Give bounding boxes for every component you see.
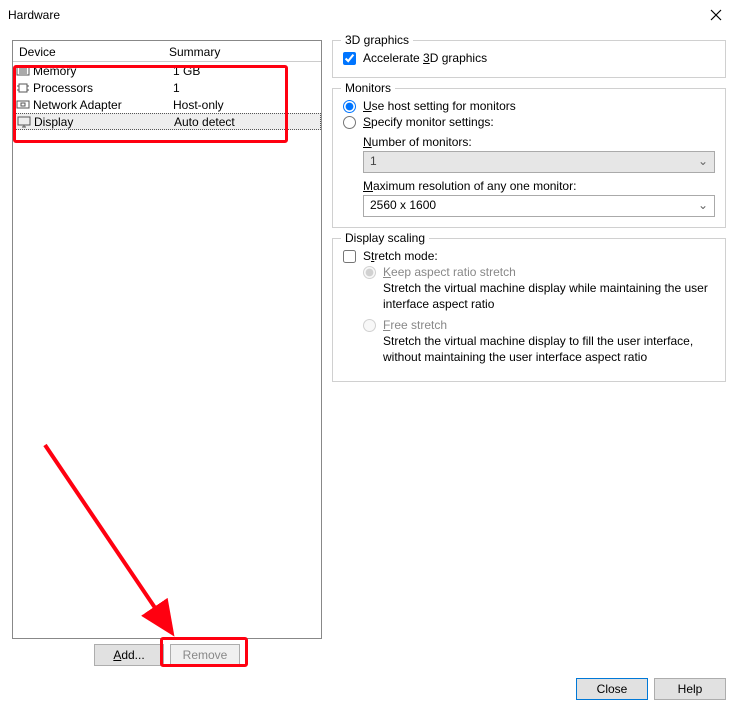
number-monitors-select: 1: [363, 151, 715, 173]
max-resolution-select[interactable]: 2560 x 1600: [363, 195, 715, 217]
keep-aspect-radio: Keep aspect ratio stretch: [363, 265, 715, 279]
group-monitors: Monitors Use host setting for monitors S…: [332, 88, 726, 228]
keep-aspect-label: Keep aspect ratio stretch: [383, 265, 516, 279]
free-stretch-input: [363, 319, 376, 332]
accelerate-3d-label: Accelerate 3D graphics: [363, 51, 487, 65]
stretch-mode-input[interactable]: [343, 250, 356, 263]
group-legend: Display scaling: [341, 231, 429, 245]
accelerate-3d-input[interactable]: [343, 52, 356, 65]
free-stretch-desc: Stretch the virtual machine display to f…: [383, 334, 715, 365]
device-row-display[interactable]: Display Auto detect: [13, 113, 321, 130]
device-summary: 1: [173, 81, 319, 95]
free-stretch-radio: Free stretch: [363, 318, 715, 332]
device-name: Display: [34, 115, 174, 129]
device-row-processors[interactable]: Processors 1: [13, 79, 321, 96]
specify-label: Specify monitor settings:: [363, 115, 494, 129]
keep-aspect-desc: Stretch the virtual machine display whil…: [383, 281, 715, 312]
network-adapter-icon: [15, 98, 31, 112]
specify-input[interactable]: [343, 116, 356, 129]
window-title: Hardware: [8, 8, 60, 22]
add-button[interactable]: Add...: [94, 644, 164, 666]
col-header-summary: Summary: [169, 45, 315, 59]
device-summary: Host-only: [173, 98, 319, 112]
titlebar: Hardware: [0, 0, 738, 30]
keep-aspect-input: [363, 266, 376, 279]
display-icon: [16, 115, 32, 129]
col-header-device: Device: [19, 45, 169, 59]
use-host-label: Use host setting for monitors: [363, 99, 516, 113]
close-button[interactable]: Close: [576, 678, 648, 700]
group-3d-graphics: 3D graphics Accelerate 3D graphics: [332, 40, 726, 78]
help-button[interactable]: Help: [654, 678, 726, 700]
group-legend: 3D graphics: [341, 33, 413, 47]
device-summary: 1 GB: [173, 64, 319, 78]
device-name: Processors: [33, 81, 173, 95]
max-resolution-label: Maximum resolution of any one monitor:: [363, 179, 715, 193]
group-display-scaling: Display scaling Stretch mode: Keep aspec…: [332, 238, 726, 382]
specify-radio[interactable]: Specify monitor settings:: [343, 115, 715, 129]
processors-icon: [15, 81, 31, 95]
device-name: Memory: [33, 64, 173, 78]
free-stretch-label: Free stretch: [383, 318, 447, 332]
close-icon[interactable]: [693, 0, 738, 30]
number-monitors-label: Number of monitors:: [363, 135, 715, 149]
remove-button: Remove: [170, 644, 240, 666]
device-row-memory[interactable]: Memory 1 GB: [13, 62, 321, 79]
device-summary: Auto detect: [174, 115, 318, 129]
stretch-mode-checkbox[interactable]: Stretch mode:: [343, 249, 715, 263]
accelerate-3d-checkbox[interactable]: Accelerate 3D graphics: [343, 51, 715, 65]
use-host-input[interactable]: [343, 100, 356, 113]
device-name: Network Adapter: [33, 98, 173, 112]
use-host-radio[interactable]: Use host setting for monitors: [343, 99, 715, 113]
group-legend: Monitors: [341, 81, 395, 95]
memory-icon: [15, 64, 31, 78]
stretch-mode-label: Stretch mode:: [363, 249, 438, 263]
device-row-network-adapter[interactable]: Network Adapter Host-only: [13, 96, 321, 113]
device-list-header: Device Summary: [13, 41, 321, 62]
device-list[interactable]: Device Summary Memory 1 GB Processors 1 …: [12, 40, 322, 639]
